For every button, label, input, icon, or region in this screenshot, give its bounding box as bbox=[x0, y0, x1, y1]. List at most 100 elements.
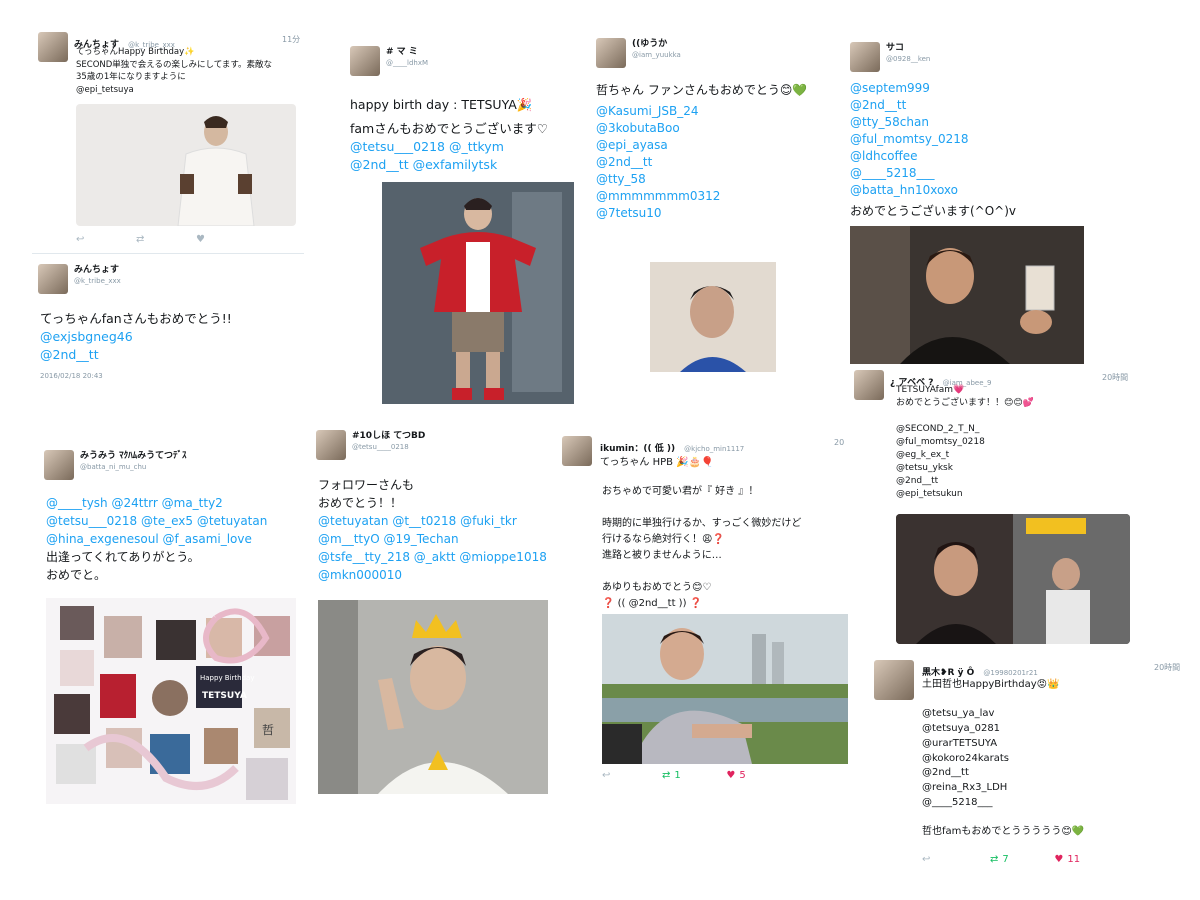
tweet-time: 20時間 bbox=[1154, 663, 1181, 672]
tweet-photo[interactable] bbox=[318, 600, 548, 794]
mention-link[interactable]: @2nd__tt bbox=[40, 346, 232, 364]
user-handle[interactable]: @k_tribe_xxx bbox=[74, 276, 121, 286]
retweet-icon[interactable]: ⇄ bbox=[990, 854, 998, 865]
user-name[interactable]: みうみう ﾏｸﾊﾑみうてつﾃﾞｽ bbox=[80, 450, 186, 462]
tweet-line: 進路と被りませんように… bbox=[602, 550, 722, 561]
tweet-line: 土田哲也HappyBirthday😡👑 bbox=[922, 679, 1060, 690]
tweet-line[interactable]: @reina_Rx3_LDH bbox=[922, 781, 1084, 796]
tweet-card-3: # マ ミ @____ldhxM happy birth day : TETSU… bbox=[342, 40, 588, 408]
mention-link[interactable]: @7tetsu10 bbox=[596, 205, 807, 222]
mention-link[interactable]: @exjsbgneg46 bbox=[40, 328, 232, 346]
avatar[interactable] bbox=[850, 42, 880, 72]
like-icon[interactable]: ♥ bbox=[196, 234, 205, 245]
mention-link[interactable]: @hina_exgenesoul @f_asami_love bbox=[46, 530, 267, 548]
retweet-icon[interactable]: ⇄ bbox=[136, 234, 196, 245]
reply-icon[interactable]: ↩ bbox=[602, 770, 662, 781]
tweet-photo[interactable] bbox=[76, 104, 296, 226]
tweet-text: てっちゃんHappy Birthday✨ SECOND単独で会えるの楽しみにして… bbox=[76, 46, 272, 96]
tweet-time: 11分 bbox=[282, 35, 301, 44]
mention-link[interactable]: @tty_58 bbox=[596, 171, 807, 188]
tweet-line[interactable]: @2nd__tt bbox=[922, 766, 1084, 781]
mention-link[interactable]: @ful_momtsy_0218 bbox=[850, 131, 1016, 148]
tweet-line[interactable]: @SECOND_2_T_N_ bbox=[896, 423, 1034, 436]
tweet-photo[interactable] bbox=[382, 182, 574, 404]
user-name[interactable]: ((ゆうか bbox=[632, 38, 681, 50]
avatar[interactable] bbox=[38, 32, 68, 62]
user-name[interactable]: # マ ミ bbox=[386, 46, 428, 58]
user-handle[interactable]: @iam_yuukka bbox=[632, 50, 681, 60]
mention-link[interactable]: @tty_58chan bbox=[850, 114, 1016, 131]
user-name[interactable]: みんちょす bbox=[74, 264, 121, 276]
retweet-icon[interactable]: ⇄ bbox=[662, 770, 670, 781]
mention-link[interactable]: @tetsu___0218 @_ttkym bbox=[350, 138, 548, 156]
mention-link[interactable]: @2nd__tt @exfamilytsk bbox=[350, 156, 548, 174]
tweet-line[interactable]: @tetsuya_0281 bbox=[922, 722, 1084, 737]
tweet-text: フォロワーさんも おめでとう！！ @tetuyatan @t__t0218 @f… bbox=[318, 476, 547, 584]
tweet-line: SECOND単独で会えるの楽しみにしてます。素敵な bbox=[76, 59, 273, 70]
like-icon[interactable]: ♥ bbox=[1054, 854, 1063, 865]
mention-link[interactable]: @____tysh @24ttrr @ma_tty2 bbox=[46, 494, 267, 512]
mention-link[interactable]: @m__ttyO @19_Techan bbox=[318, 530, 547, 548]
tweet-actions: ↩ ⇄ ♥ bbox=[76, 234, 296, 245]
mention-link[interactable]: @tetsu___0218 @te_ex5 @tetuyatan bbox=[46, 512, 267, 530]
tweet-photo[interactable]: Happy Birthday TETSUYA 哲 bbox=[46, 598, 296, 804]
user-handle[interactable]: @____ldhxM bbox=[386, 58, 428, 68]
avatar[interactable] bbox=[596, 38, 626, 68]
mention-link[interactable]: @3kobutaBoo bbox=[596, 120, 807, 137]
avatar[interactable] bbox=[874, 660, 914, 700]
tweet-card-1: みんちょす @k_tribe_xxx 11分 てっちゃんHappy Birthd… bbox=[32, 28, 304, 250]
tweet-photo[interactable] bbox=[650, 262, 776, 372]
reply-icon[interactable]: ↩ bbox=[76, 234, 136, 245]
tweet-line[interactable]: @____5218___ bbox=[922, 796, 1084, 811]
tweet-line[interactable]: @tetsu_ya_lav bbox=[922, 707, 1084, 722]
user-name[interactable]: ikumin：(( 低 )) bbox=[600, 444, 675, 454]
tweet-photo[interactable] bbox=[602, 614, 848, 764]
mention-link[interactable]: @2nd__tt bbox=[850, 97, 1016, 114]
mention-link[interactable]: @mkn000010 bbox=[318, 566, 547, 584]
tweet-line[interactable]: @eg_k_ex_t bbox=[896, 449, 1034, 462]
user-name[interactable]: #10しほ てつBD bbox=[352, 430, 425, 442]
user-name[interactable]: サコ bbox=[886, 42, 930, 54]
mention-link[interactable]: @Kasumi_JSB_24 bbox=[596, 103, 807, 120]
user-name[interactable]: 黒木❥R ÿ Ô bbox=[922, 668, 974, 678]
collage-image: Happy Birthday TETSUYA 哲 bbox=[46, 598, 296, 804]
tweet-line bbox=[922, 810, 1084, 825]
avatar[interactable] bbox=[854, 370, 884, 400]
tweet-line[interactable]: @ful_momtsy_0218 bbox=[896, 436, 1034, 449]
mention-link[interactable]: @____5218___ bbox=[850, 165, 1016, 182]
divider bbox=[32, 253, 304, 254]
tweet-line: おめでとうございます！！😊😊💕 bbox=[896, 398, 1034, 408]
tweet-text: @septem999 @2nd__tt @tty_58chan @ful_mom… bbox=[850, 80, 1016, 220]
user-handle[interactable]: @tetsu____0218 bbox=[352, 442, 425, 452]
mention-link[interactable]: @ldhcoffee bbox=[850, 148, 1016, 165]
collage-caption: Happy Birthday bbox=[200, 674, 255, 682]
user-handle[interactable]: @kjcho_min1117 bbox=[684, 445, 744, 453]
tweet-card-5: サコ @0928__ken @septem999 @2nd__tt @tty_5… bbox=[846, 38, 1096, 368]
tweet-line[interactable]: @urarTETSUYA bbox=[922, 737, 1084, 752]
avatar[interactable] bbox=[316, 430, 346, 460]
mention-link[interactable]: @mmmmmmm0312 bbox=[596, 188, 807, 205]
avatar[interactable] bbox=[38, 264, 68, 294]
tweet-line[interactable]: @epi_tetsuya bbox=[76, 84, 272, 97]
user-handle[interactable]: @batta_ni_mu_chu bbox=[80, 462, 186, 472]
mention-link[interactable]: @septem999 bbox=[850, 80, 1016, 97]
reply-icon[interactable]: ↩ bbox=[922, 854, 990, 865]
mention-link[interactable]: @epi_ayasa bbox=[596, 137, 807, 154]
tweet-line[interactable]: @2nd__tt bbox=[896, 475, 1034, 488]
tweet-line[interactable]: @epi_tetsukun bbox=[896, 488, 1034, 501]
tweet-photo[interactable] bbox=[896, 514, 1130, 644]
tweet-line[interactable]: @kokoro24karats bbox=[922, 752, 1084, 767]
collage-caption: 哲 bbox=[262, 723, 274, 737]
like-icon[interactable]: ♥ bbox=[726, 770, 735, 781]
avatar[interactable] bbox=[44, 450, 74, 480]
avatar[interactable] bbox=[562, 436, 592, 466]
user-handle[interactable]: @0928__ken bbox=[886, 54, 930, 64]
avatar[interactable] bbox=[350, 46, 380, 76]
tweet-line[interactable]: @tetsu_yksk bbox=[896, 462, 1034, 475]
mention-link[interactable]: @tetuyatan @t__t0218 @fuki_tkr bbox=[318, 512, 547, 530]
mention-link[interactable]: @2nd__tt bbox=[596, 154, 807, 171]
mention-link[interactable]: @batta_hn10xoxo bbox=[850, 182, 1016, 199]
tweet-photo[interactable] bbox=[850, 226, 1084, 364]
mention-link[interactable]: @tsfe__tty_218 @_aktt @mioppe1018 bbox=[318, 548, 547, 566]
user-handle[interactable]: @19980201r21 bbox=[983, 669, 1037, 677]
